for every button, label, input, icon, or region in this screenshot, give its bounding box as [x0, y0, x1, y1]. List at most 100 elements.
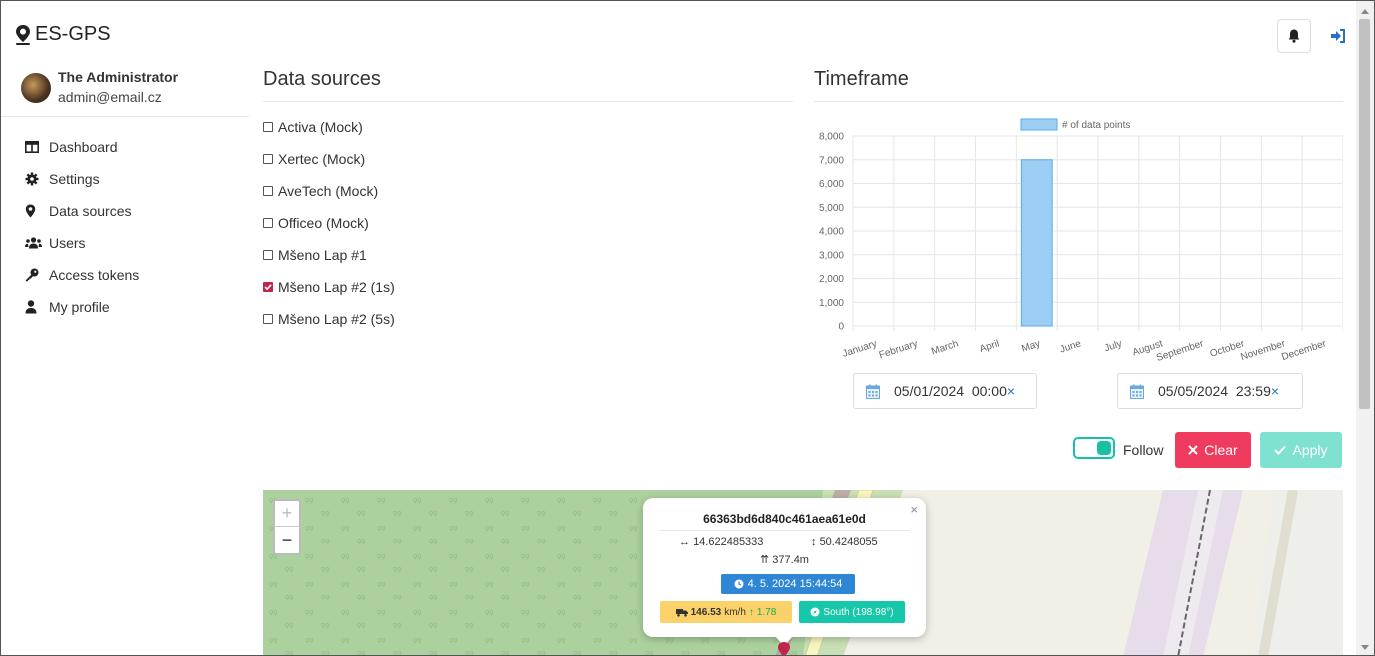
y-tick-label: 4,000	[819, 227, 844, 238]
calendar-icon	[1130, 384, 1144, 399]
speed-value: 146.53	[690, 606, 722, 618]
sidebar-nav: Dashboard Settings Data sources Users Ac…	[25, 131, 139, 323]
date-to-value: 05/05/2024 23:59	[1158, 383, 1271, 399]
scroll-thumb[interactable]	[1359, 19, 1370, 409]
sidebar-item-settings[interactable]: Settings	[25, 163, 139, 195]
notifications-button[interactable]	[1277, 19, 1311, 53]
zoom-in-button[interactable]: +	[275, 501, 299, 527]
toggle-knob	[1097, 441, 1111, 455]
y-tick-label: 0	[838, 322, 844, 333]
scroll-down-arrow-icon[interactable]	[1361, 645, 1369, 650]
y-tick-label: 3,000	[819, 250, 844, 261]
chart-bar	[1020, 159, 1053, 327]
data-source-label: Xertec (Mock)	[278, 151, 366, 167]
data-source-item[interactable]: Mšeno Lap #1	[263, 239, 395, 271]
arrows-vertical-icon: ↕	[811, 536, 820, 548]
data-source-item[interactable]: Activa (Mock)	[263, 111, 395, 143]
date-from-input[interactable]: 05/01/2024 00:00 ×	[853, 373, 1037, 409]
calendar-icon	[866, 384, 880, 399]
checkbox[interactable]	[263, 154, 273, 164]
data-source-label: Activa (Mock)	[278, 119, 363, 135]
map-zoom-control: + −	[273, 499, 301, 555]
popup-timestamp-badge: 4. 5. 2024 15:44:54	[721, 574, 855, 594]
map-popup: × 66363bd6d840c461aea61e0d ↔ 14.62248533…	[643, 498, 926, 637]
compass-icon	[810, 607, 820, 617]
data-source-item[interactable]: Xertec (Mock)	[263, 143, 395, 175]
data-sources-list: Activa (Mock) Xertec (Mock) AveTech (Moc…	[263, 111, 395, 335]
sidebar-divider	[1, 116, 249, 117]
x-tick-label: September	[1155, 338, 1206, 364]
sidebar-item-dashboard[interactable]: Dashboard	[25, 131, 139, 163]
user-icon	[25, 300, 37, 314]
data-source-item[interactable]: Mšeno Lap #2 (1s)	[263, 271, 395, 303]
clear-button[interactable]: Clear	[1175, 432, 1251, 468]
brand[interactable]: ES-GPS	[13, 23, 111, 46]
close-icon	[1188, 445, 1198, 455]
x-tick-label: June	[1058, 338, 1082, 355]
timeframe-divider	[814, 101, 1343, 102]
data-source-item[interactable]: Officeo (Mock)	[263, 207, 395, 239]
location-pin-icon	[16, 24, 30, 45]
sidebar-item-label: My profile	[49, 299, 110, 315]
sidebar-item-access-tokens[interactable]: Access tokens	[25, 259, 139, 291]
data-source-item[interactable]: Mšeno Lap #2 (5s)	[263, 303, 395, 335]
sidebar-item-label: Users	[49, 235, 86, 251]
checkbox[interactable]	[263, 122, 273, 132]
y-tick-label: 2,000	[819, 274, 844, 285]
checkbox[interactable]	[263, 186, 273, 196]
sidebar-item-data-sources[interactable]: Data sources	[25, 195, 139, 227]
check-icon	[264, 284, 272, 291]
timeframe-chart: 0 1,000 2,000 3,000 4,000 5,000 6,000 7,000 8,00…	[819, 118, 1343, 364]
popup-altitude: ⇈ 377.4m	[643, 553, 926, 566]
popup-record-id: 66363bd6d840c461aea61e0d	[703, 512, 866, 526]
data-source-item[interactable]: AveTech (Mock)	[263, 175, 395, 207]
x-tick-label: May	[1020, 338, 1041, 354]
latitude-value: 50.4248055	[819, 536, 878, 548]
data-source-label: Mšeno Lap #1	[278, 247, 367, 263]
map-marker-icon[interactable]	[777, 642, 791, 656]
truck-icon	[675, 608, 688, 617]
users-icon	[25, 237, 42, 249]
data-source-label: AveTech (Mock)	[278, 183, 379, 199]
popup-divider	[659, 530, 910, 531]
scroll-up-arrow-icon[interactable]	[1361, 9, 1369, 14]
sign-in-icon	[1331, 29, 1345, 43]
apply-button-label: Apply	[1292, 442, 1328, 458]
checkbox[interactable]	[263, 218, 273, 228]
apply-button[interactable]: Apply	[1260, 432, 1342, 468]
altitude-icon: ⇈	[760, 554, 773, 566]
x-tick-label: January	[841, 338, 878, 359]
follow-toggle[interactable]	[1073, 437, 1115, 459]
dashboard-icon	[25, 141, 39, 153]
clear-from-icon[interactable]: ×	[1007, 383, 1015, 399]
clear-to-icon[interactable]: ×	[1271, 383, 1279, 399]
key-icon	[25, 268, 39, 282]
avatar	[21, 73, 51, 103]
data-source-label: Mšeno Lap #2 (5s)	[278, 311, 395, 327]
user-name: The Administrator	[58, 69, 179, 85]
user-block: The Administrator admin@email.cz	[21, 67, 251, 117]
zoom-out-button[interactable]: −	[275, 527, 299, 553]
y-tick-label: 5,000	[819, 203, 844, 214]
clock-icon	[734, 579, 744, 589]
checkbox[interactable]	[263, 314, 273, 324]
sidebar-item-label: Data sources	[49, 203, 132, 219]
sidebar-item-users[interactable]: Users	[25, 227, 139, 259]
date-to-input[interactable]: 05/05/2024 23:59 ×	[1117, 373, 1303, 409]
checkbox[interactable]	[263, 250, 273, 260]
clear-button-label: Clear	[1204, 442, 1238, 458]
x-tick-label: March	[930, 338, 960, 357]
sidebar-item-my-profile[interactable]: My profile	[25, 291, 139, 323]
popup-latitude: ↕ 50.4248055	[811, 536, 878, 548]
logout-button[interactable]	[1327, 25, 1349, 47]
checkbox-checked[interactable]	[263, 282, 273, 292]
bell-icon	[1288, 29, 1300, 43]
x-tick-label: November	[1239, 338, 1287, 363]
date-from-value: 05/01/2024 00:00	[894, 383, 1007, 399]
check-icon	[1274, 445, 1287, 455]
page-scrollbar[interactable]	[1356, 1, 1374, 655]
brand-title: ES-GPS	[35, 23, 111, 45]
y-tick-label: 1,000	[819, 298, 844, 309]
map-pin-icon	[25, 204, 36, 218]
x-tick-label: February	[878, 338, 919, 361]
